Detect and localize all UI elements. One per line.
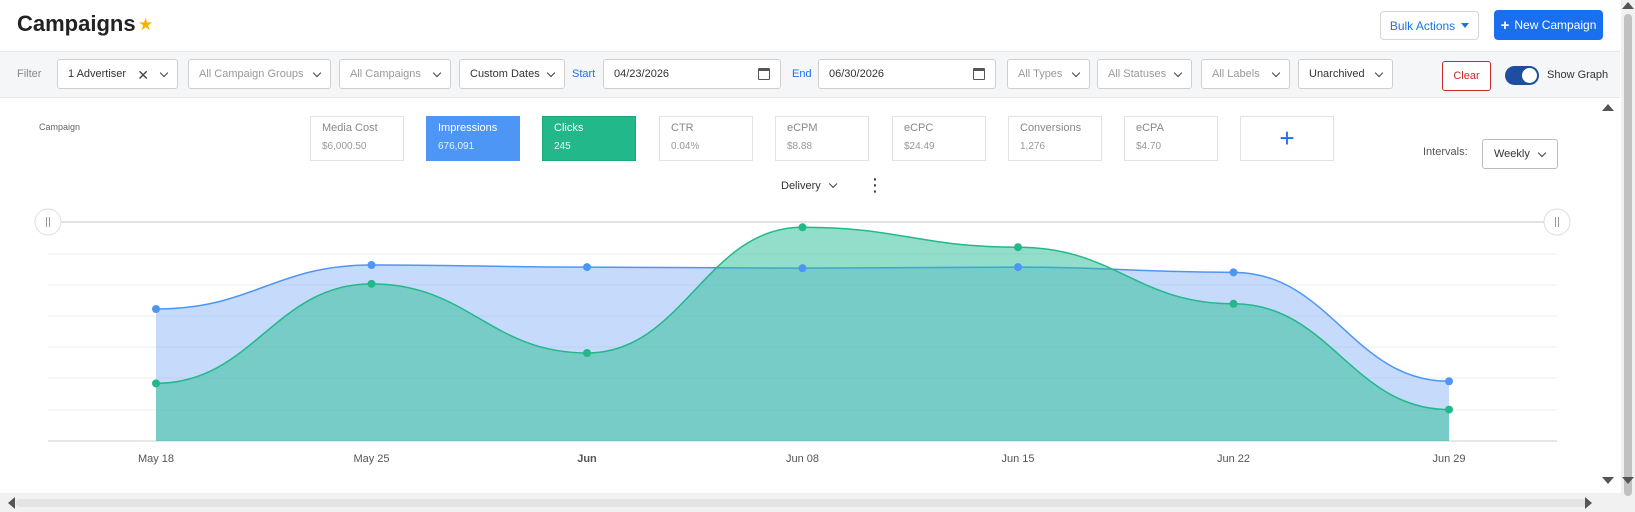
page: Campaigns ★ Bulk Actions + New Campaign … — [0, 0, 1635, 512]
x-tick-label: May 18 — [138, 453, 174, 465]
data-point-impressions[interactable] — [1014, 263, 1022, 272]
series-area-clicks — [156, 227, 1449, 441]
data-point-impressions[interactable] — [583, 263, 591, 272]
horizontal-scrollbar-thumb[interactable] — [16, 499, 1588, 507]
x-tick-label: Jun 29 — [1432, 453, 1465, 465]
data-point-impressions[interactable] — [152, 305, 160, 313]
data-point-clicks[interactable] — [367, 279, 376, 288]
data-point-clicks[interactable] — [798, 223, 807, 232]
data-point-impressions[interactable] — [1229, 268, 1238, 277]
data-point-clicks[interactable] — [583, 349, 591, 357]
inner-scroll-down-icon[interactable] — [1602, 477, 1614, 484]
range-handle-left[interactable] — [34, 208, 62, 236]
chart-areas — [155, 226, 1450, 441]
data-point-impressions[interactable] — [798, 264, 807, 273]
x-tick-label: Jun — [577, 453, 597, 465]
scroll-left-icon[interactable] — [8, 497, 15, 509]
horizontal-scrollbar[interactable] — [0, 493, 1621, 512]
data-point-clicks[interactable] — [1229, 299, 1238, 308]
vertical-scrollbar-thumb[interactable] — [1624, 14, 1632, 496]
x-tick-label: Jun 15 — [1001, 453, 1034, 465]
data-point-impressions[interactable] — [367, 261, 376, 269]
data-point-clicks[interactable] — [1014, 243, 1022, 252]
x-axis-ticks: May 18 May 25 Jun Jun 08 Jun 15 Jun 22 Jun 29 — [138, 453, 1466, 465]
vertical-scrollbar[interactable] — [1621, 0, 1635, 512]
data-point-clicks[interactable] — [1445, 405, 1453, 414]
scroll-right-icon[interactable] — [1585, 497, 1592, 509]
scroll-down-icon[interactable] — [1622, 477, 1634, 484]
x-tick-label: Jun 08 — [786, 453, 819, 465]
x-tick-label: May 25 — [353, 453, 389, 465]
inner-scroll-up-icon[interactable] — [1602, 104, 1614, 111]
data-point-clicks[interactable] — [152, 379, 160, 388]
data-point-impressions[interactable] — [1445, 377, 1453, 386]
delivery-chart: May 18 May 25 Jun Jun 08 Jun 15 Jun 22 Jun 29 — [34, 208, 1571, 465]
range-handle-right[interactable] — [1543, 208, 1571, 236]
x-tick-label: Jun 22 — [1217, 453, 1250, 465]
scroll-up-icon[interactable] — [1622, 2, 1634, 9]
